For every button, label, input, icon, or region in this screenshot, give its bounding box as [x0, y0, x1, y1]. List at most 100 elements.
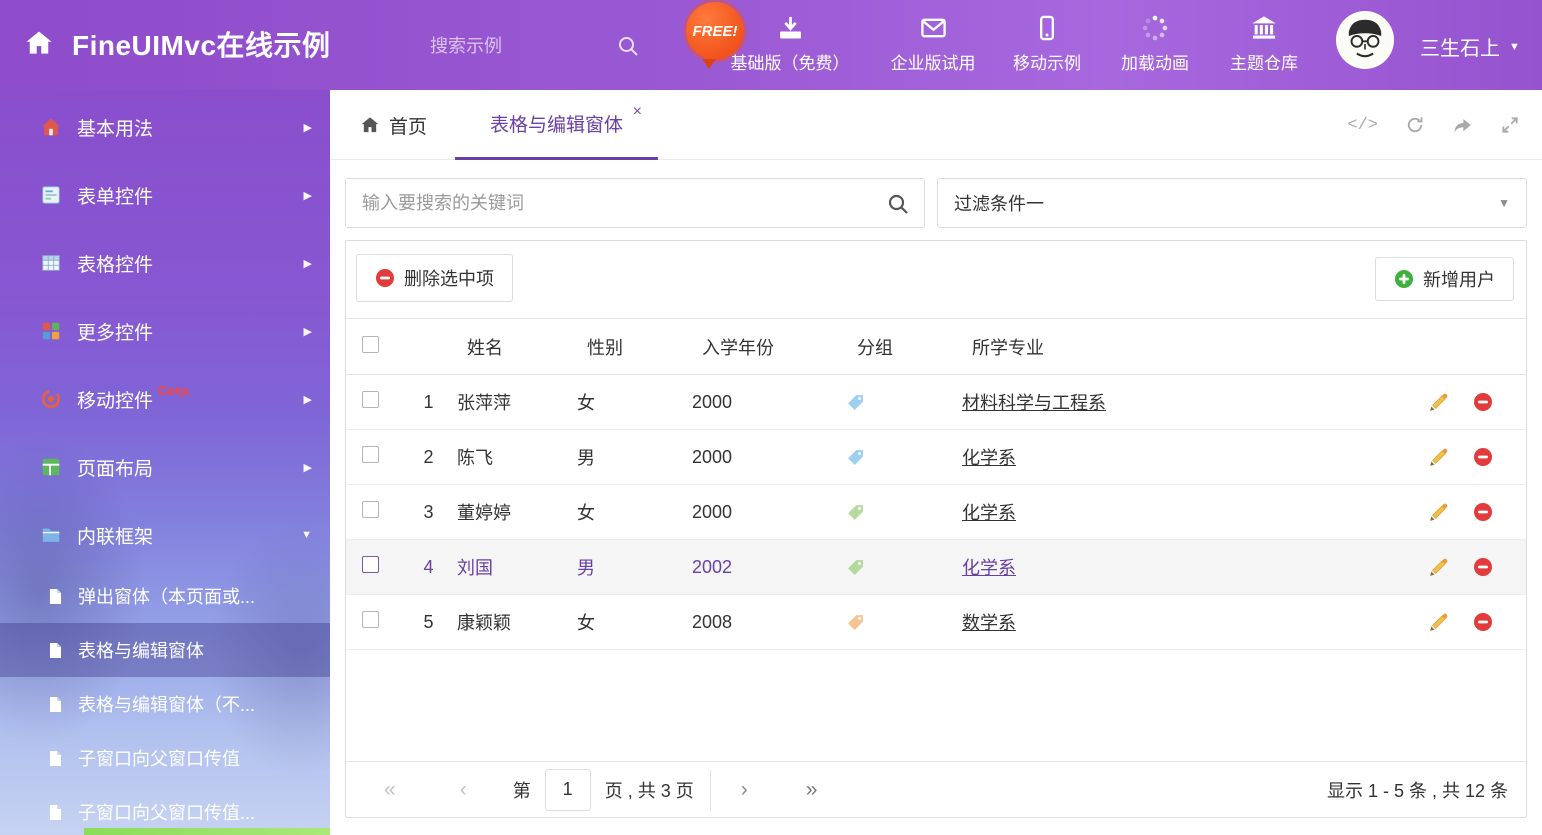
- sidebar-item-iframe[interactable]: 内联框架 ▼: [0, 501, 330, 569]
- tab-grid-edit-window[interactable]: 表格与编辑窗体 ×: [455, 90, 658, 160]
- close-icon[interactable]: ×: [633, 104, 642, 120]
- share-icon[interactable]: [1452, 115, 1473, 136]
- nav-item-theme-store[interactable]: 主题仓库: [1230, 14, 1298, 74]
- table-row[interactable]: 3 董婷婷 女 2000 化学系: [346, 485, 1526, 540]
- prev-page-icon[interactable]: ‹: [460, 778, 467, 802]
- delete-row-icon[interactable]: [1473, 612, 1493, 632]
- sidebar-item-basic-usage[interactable]: 基本用法 ▶: [0, 93, 330, 161]
- table-row[interactable]: 5 康颖颖 女 2008 数学系: [346, 595, 1526, 650]
- row-checkbox[interactable]: [362, 501, 379, 518]
- table-row[interactable]: 1 张萍萍 女 2000 材料科学与工程系: [346, 375, 1526, 430]
- sidebar-subitem-popup-window[interactable]: 弹出窗体（本页面或...: [0, 569, 330, 623]
- cell-name: 陈飞: [451, 444, 571, 470]
- file-icon: [46, 749, 65, 768]
- page-label-after: 页 , 共 3 页: [605, 777, 694, 803]
- sidebar-subitem-grid-edit-window-2[interactable]: 表格与编辑窗体（不...: [0, 677, 330, 731]
- sidebar-subitem-label: 子窗口向父窗口传值: [78, 745, 240, 771]
- nav-item-loading-animation[interactable]: 加载动画: [1121, 14, 1189, 74]
- delete-row-icon[interactable]: [1473, 392, 1493, 412]
- code-icon[interactable]: </>: [1347, 116, 1378, 135]
- delete-row-icon[interactable]: [1473, 557, 1493, 577]
- sidebar-item-page-layout[interactable]: 页面布局 ▶: [0, 433, 330, 501]
- keyword-search-input[interactable]: [346, 179, 924, 227]
- blocks-icon: [40, 320, 62, 342]
- table-header: 姓名 性别 入学年份 分组 所学专业: [346, 319, 1526, 375]
- main-content: 首页 表格与编辑窗体 × </> 过滤条件一 ▼: [330, 90, 1542, 835]
- filter-dropdown[interactable]: 过滤条件一 ▼: [937, 178, 1527, 228]
- cell-major: 化学系: [956, 444, 1414, 470]
- grid-toolbar: 删除选中项 新增用户: [346, 241, 1526, 319]
- major-link[interactable]: 化学系: [962, 503, 1016, 523]
- user-name: 三生石上: [1420, 32, 1500, 61]
- add-user-button[interactable]: 新增用户: [1375, 257, 1514, 301]
- expand-icon[interactable]: [1500, 115, 1520, 135]
- row-number: 1: [406, 392, 451, 413]
- nav-item-enterprise-trial[interactable]: 企业版试用: [891, 14, 976, 74]
- sidebar-item-more-controls[interactable]: 更多控件 ▶: [0, 297, 330, 365]
- nav-item-mobile-demo[interactable]: 移动示例: [1013, 14, 1081, 74]
- column-header-year[interactable]: 入学年份: [686, 334, 841, 360]
- column-header-group[interactable]: 分组: [841, 334, 956, 360]
- edit-pencil-icon[interactable]: [1428, 502, 1449, 523]
- tag-icon: [847, 614, 864, 631]
- cell-major: 数学系: [956, 609, 1414, 635]
- avatar[interactable]: [1336, 11, 1394, 69]
- sidebar-item-mobile-controls[interactable]: 移动控件 Corp. ▶: [0, 365, 330, 433]
- major-link[interactable]: 数学系: [962, 613, 1016, 633]
- chevron-right-icon: ▶: [304, 257, 312, 270]
- app-home-icon[interactable]: [24, 28, 54, 58]
- cell-group: [841, 614, 956, 631]
- cell-actions: [1414, 502, 1526, 523]
- page-number-input[interactable]: [545, 769, 591, 811]
- delete-row-icon[interactable]: [1473, 447, 1493, 467]
- chevron-right-icon: ▶: [304, 121, 312, 134]
- bank-icon: [1250, 14, 1278, 42]
- edit-pencil-icon[interactable]: [1428, 612, 1449, 633]
- file-icon: [46, 587, 65, 606]
- sidebar-item-form-controls[interactable]: 表单控件 ▶: [0, 161, 330, 229]
- column-header-name[interactable]: 姓名: [451, 334, 571, 360]
- user-menu[interactable]: 三生石上 ▼: [1420, 32, 1520, 61]
- row-checkbox[interactable]: [362, 446, 379, 463]
- edit-pencil-icon[interactable]: [1428, 392, 1449, 413]
- sidebar-subitem-child-to-parent-2[interactable]: 子窗口向父窗口传值...: [0, 785, 330, 835]
- major-link[interactable]: 化学系: [962, 448, 1016, 468]
- next-page-icon[interactable]: ›: [741, 778, 748, 802]
- refresh-icon[interactable]: [1405, 115, 1425, 135]
- search-icon[interactable]: [886, 192, 910, 216]
- first-page-icon[interactable]: «: [384, 778, 396, 802]
- row-checkbox[interactable]: [362, 556, 379, 573]
- major-link[interactable]: 材料科学与工程系: [962, 393, 1106, 413]
- table-row[interactable]: 2 陈飞 男 2000 化学系: [346, 430, 1526, 485]
- header-search-input[interactable]: [430, 26, 600, 66]
- header-search: [430, 26, 640, 66]
- delete-row-icon[interactable]: [1473, 502, 1493, 522]
- file-icon: [46, 803, 65, 822]
- delete-selected-button[interactable]: 删除选中项: [356, 254, 513, 302]
- table-row[interactable]: 4 刘国 男 2002 化学系: [346, 540, 1526, 595]
- home-icon: [40, 116, 62, 138]
- sidebar-subitem-grid-edit-window[interactable]: 表格与编辑窗体: [0, 623, 330, 677]
- cell-major: 材料科学与工程系: [956, 389, 1414, 415]
- edit-pencil-icon[interactable]: [1428, 557, 1449, 578]
- search-icon[interactable]: [616, 34, 640, 58]
- last-page-icon[interactable]: »: [806, 778, 818, 802]
- sidebar-subitem-label: 弹出窗体（本页面或...: [78, 583, 255, 609]
- cell-group: [841, 449, 956, 466]
- column-header-gender[interactable]: 性别: [571, 334, 686, 360]
- sidebar-item-grid-controls[interactable]: 表格控件 ▶: [0, 229, 330, 297]
- sidebar: 基本用法 ▶ 表单控件 ▶ 表格控件 ▶ 更多控件 ▶ 移动控件 Corp. ▶: [0, 90, 330, 835]
- row-checkbox[interactable]: [362, 611, 379, 628]
- row-checkbox[interactable]: [362, 391, 379, 408]
- cell-group: [841, 504, 956, 521]
- column-header-major[interactable]: 所学专业: [956, 334, 1414, 360]
- edit-pencil-icon[interactable]: [1428, 447, 1449, 468]
- select-all-checkbox[interactable]: [362, 336, 379, 353]
- nav-label: 主题仓库: [1230, 49, 1298, 74]
- cell-actions: [1414, 392, 1526, 413]
- cell-year: 2000: [686, 502, 841, 523]
- major-link[interactable]: 化学系: [962, 558, 1016, 578]
- nav-item-basic-free[interactable]: 基础版（免费）: [731, 14, 850, 74]
- tab-home[interactable]: 首页: [360, 90, 427, 160]
- sidebar-subitem-child-to-parent[interactable]: 子窗口向父窗口传值: [0, 731, 330, 785]
